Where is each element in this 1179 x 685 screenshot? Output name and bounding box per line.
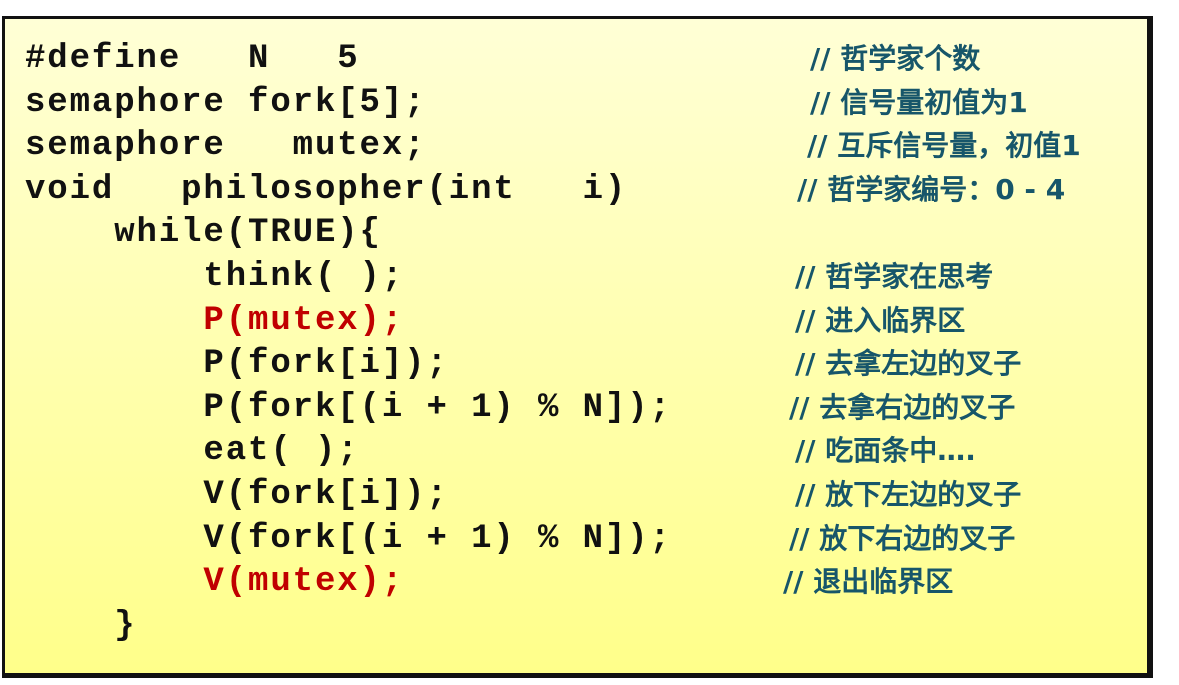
code-line: semaphore fork[5]; // 信号量初值为1 [5,81,1145,125]
code-text: while(TRUE){ [25,214,382,253]
code-text: P(fork[i]); [25,345,449,384]
code-comment: // 去拿左边的叉子 [795,347,1022,381]
code-text: } [25,606,137,645]
code-comment: // 去拿右边的叉子 [789,390,1016,424]
code-comment: // 信号量初值为1 [810,85,1028,119]
code-text: #define N 5 [25,40,360,78]
code-line: V(fork[(i + 1) % N]); // 放下右边的叉子 [5,517,1145,561]
code-line: } [5,604,1145,648]
code-comment: // 互斥信号量，初值1 [807,129,1081,163]
code-comment: // 进入临界区 [795,303,966,337]
code-line: void philosopher(int i) // 哲学家编号：0 - 4 [5,168,1145,212]
code-text: V(fork[(i + 1) % N]); [25,519,672,558]
code-text: P(mutex); [25,301,405,340]
code-line: V(fork[i]); // 放下左边的叉子 [5,473,1145,517]
code-panel: #define N 5 // 哲学家个数 semaphore fork[5]; // … [2,16,1153,678]
code-comment: // 退出临界区 [783,565,954,599]
code-text: semaphore fork[5]; [25,83,427,122]
code-comment: // 吃面条中…. [795,434,976,468]
code-comment: // 哲学家在思考 [795,260,994,293]
code-line: P(fork[(i + 1) % N]); // 去拿右边的叉子 [5,386,1145,430]
code-text: void philosopher(int i) [25,170,628,209]
code-comment: // 放下右边的叉子 [789,521,1016,555]
code-line: eat( ); // 吃面条中…. [5,429,1145,473]
code-text: V(mutex); [25,563,405,602]
code-comment: // 哲学家个数 [810,42,981,75]
code-line: #define N 5 // 哲学家个数 [5,37,1145,81]
code-line: P(mutex); // 进入临界区 [5,299,1145,343]
code-line: while(TRUE){ [5,211,1145,255]
code-text: P(fork[(i + 1) % N]); [25,388,672,427]
code-text: think( ); [25,258,405,296]
code-line: P(fork[i]); // 去拿左边的叉子 [5,342,1145,386]
code-text: eat( ); [25,432,360,471]
code-text: V(fork[i]); [25,476,449,514]
code-line: think( ); // 哲学家在思考 [5,255,1145,299]
code-line: semaphore mutex; // 互斥信号量，初值1 [5,124,1145,168]
code-comment: // 放下左边的叉子 [795,478,1022,511]
code-comment: // 哲学家编号：0 - 4 [797,172,1066,206]
code-line: V(mutex); // 退出临界区 [5,560,1145,604]
code-text: semaphore mutex; [25,127,427,166]
